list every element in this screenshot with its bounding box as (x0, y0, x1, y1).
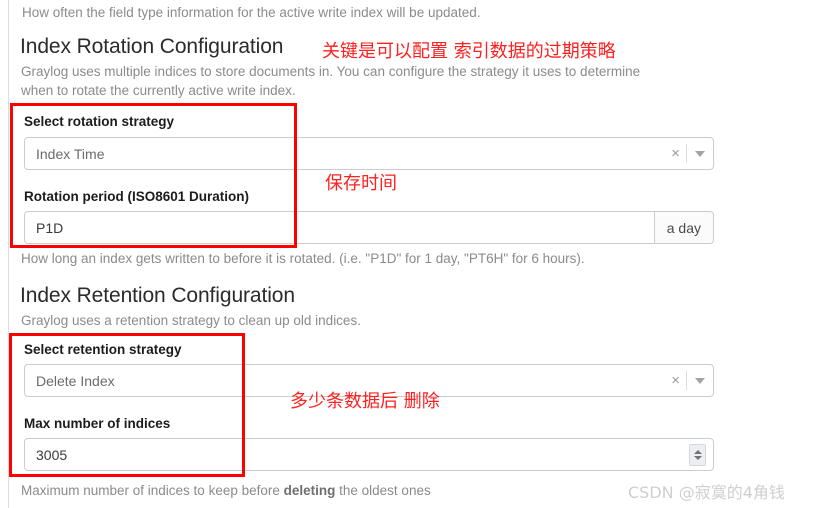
chevron-down-icon[interactable] (687, 150, 713, 157)
rotation-strategy-selected-value: Index Time (36, 145, 105, 162)
index-retention-configuration-title: Index Retention Configuration (20, 284, 295, 307)
rotation-period-addon: a day (654, 211, 714, 244)
rotation-period-input-group[interactable]: P1D a day (24, 211, 714, 244)
max-number-of-indices-input[interactable]: 3005 (24, 438, 714, 471)
select-retention-strategy-label: Select retention strategy (24, 342, 182, 357)
rotation-description-line-2: when to rotate the currently active writ… (21, 83, 296, 98)
index-configuration-page: How often the field type information for… (0, 0, 827, 508)
field-type-help-text: How often the field type information for… (22, 5, 481, 20)
help-text-part-1: Maximum number of indices to keep before (21, 483, 284, 498)
max-number-of-indices-label: Max number of indices (24, 416, 171, 431)
rotation-description-line-1: Graylog uses multiple indices to store d… (21, 64, 641, 79)
period-annotation-text: 保存时间 (325, 173, 397, 194)
number-stepper-icon[interactable] (689, 443, 706, 466)
csdn-watermark: CSDN @寂寞的4角钱 (628, 483, 785, 502)
rotation-period-input[interactable]: P1D (24, 211, 655, 244)
chevron-down-icon[interactable] (687, 377, 713, 384)
clear-icon[interactable]: × (667, 146, 686, 161)
max-number-of-indices-value: 3005 (36, 446, 68, 463)
rotation-strategy-select[interactable]: Index Time × (24, 137, 714, 170)
help-text-part-2: the oldest ones (335, 483, 431, 498)
rotation-annotation-text: 关键是可以配置 索引数据的过期策略 (322, 41, 616, 62)
rotation-period-label: Rotation period (ISO8601 Duration) (24, 189, 250, 204)
select-rotation-strategy-label: Select rotation strategy (24, 114, 175, 129)
help-text-bold: deleting (283, 483, 336, 498)
retention-description: Graylog uses a retention strategy to cle… (21, 313, 361, 328)
rotation-period-help-text: How long an index gets written to before… (21, 251, 585, 266)
clear-icon[interactable]: × (667, 373, 686, 388)
max-number-of-indices-help-text: Maximum number of indices to keep before… (21, 481, 431, 500)
retention-annotation-text: 多少条数据后 删除 (290, 391, 440, 412)
index-rotation-configuration-title: Index Rotation Configuration (20, 35, 284, 58)
